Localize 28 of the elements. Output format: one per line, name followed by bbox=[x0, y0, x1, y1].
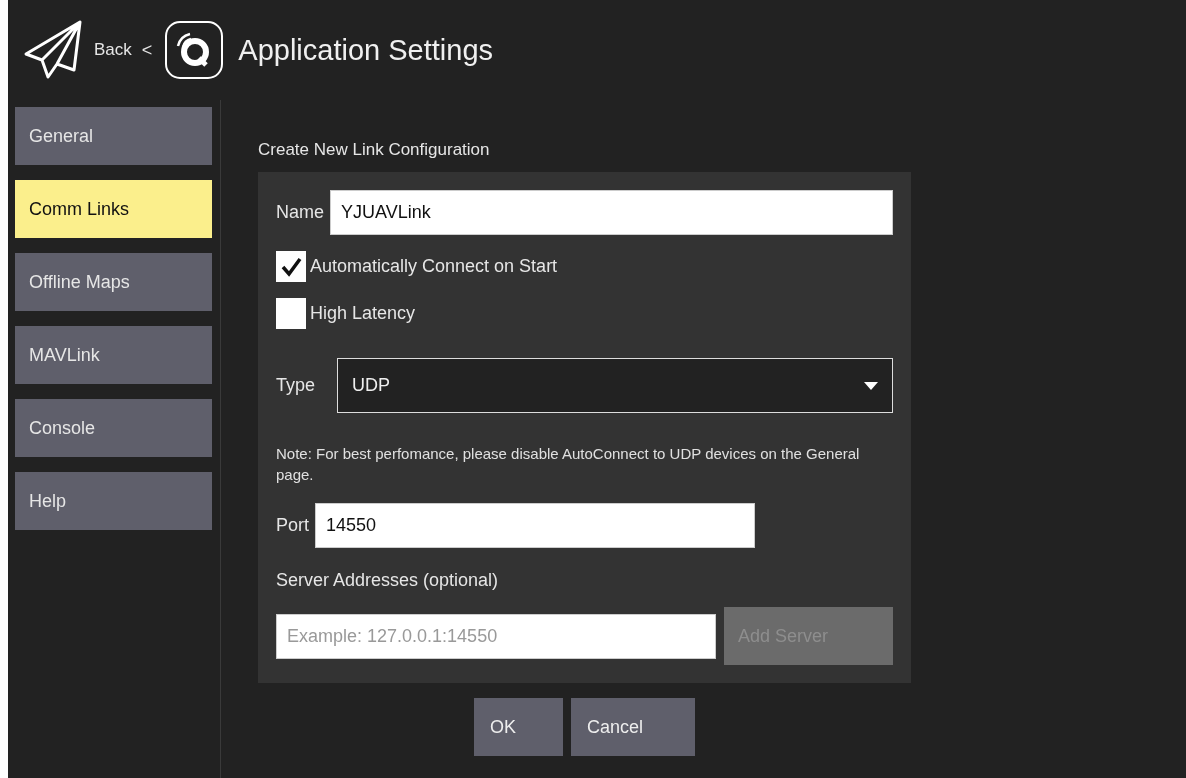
name-label: Name bbox=[276, 202, 324, 223]
caret-icon bbox=[864, 381, 878, 390]
sidebar-item[interactable]: Console bbox=[15, 399, 212, 457]
server-addresses-label: Server Addresses (optional) bbox=[276, 570, 500, 591]
ok-button[interactable]: OK bbox=[474, 698, 563, 756]
server-address-field[interactable]: Example: 127.0.0.1:14550 bbox=[276, 613, 716, 659]
name-field[interactable]: YJUAVLink bbox=[330, 190, 893, 235]
checkbox-label: High Latency bbox=[310, 303, 416, 324]
paper-plane-icon[interactable] bbox=[22, 19, 84, 81]
sidebar-item[interactable]: General bbox=[15, 107, 212, 165]
breadcrumb-separator: < bbox=[141, 39, 153, 61]
checkbox-label: Automatically Connect on Start bbox=[310, 256, 558, 277]
sidebar-item[interactable]: MAVLink bbox=[15, 326, 212, 384]
checkbox[interactable] bbox=[276, 251, 306, 282]
page-title: Application Settings bbox=[238, 33, 494, 67]
type-label: Type bbox=[276, 375, 316, 396]
type-dropdown[interactable]: UDP bbox=[337, 358, 893, 413]
checkbox[interactable] bbox=[276, 298, 306, 329]
cancel-button[interactable]: Cancel bbox=[571, 698, 695, 756]
sidebar-item[interactable]: Help bbox=[15, 472, 212, 530]
section-heading: Create New Link Configuration bbox=[258, 140, 491, 160]
app-logo-icon bbox=[164, 20, 225, 80]
back-link[interactable]: Back bbox=[94, 40, 132, 60]
sidebar-item[interactable]: Comm Links bbox=[15, 180, 212, 238]
note-text: Note: For best perfomance, please disable AutoConnect to UDP devices on the General page. bbox=[276, 444, 861, 485]
port-field[interactable]: 14550 bbox=[315, 503, 755, 548]
sidebar-item[interactable]: Offline Maps bbox=[15, 253, 212, 311]
port-label: Port bbox=[276, 515, 309, 536]
